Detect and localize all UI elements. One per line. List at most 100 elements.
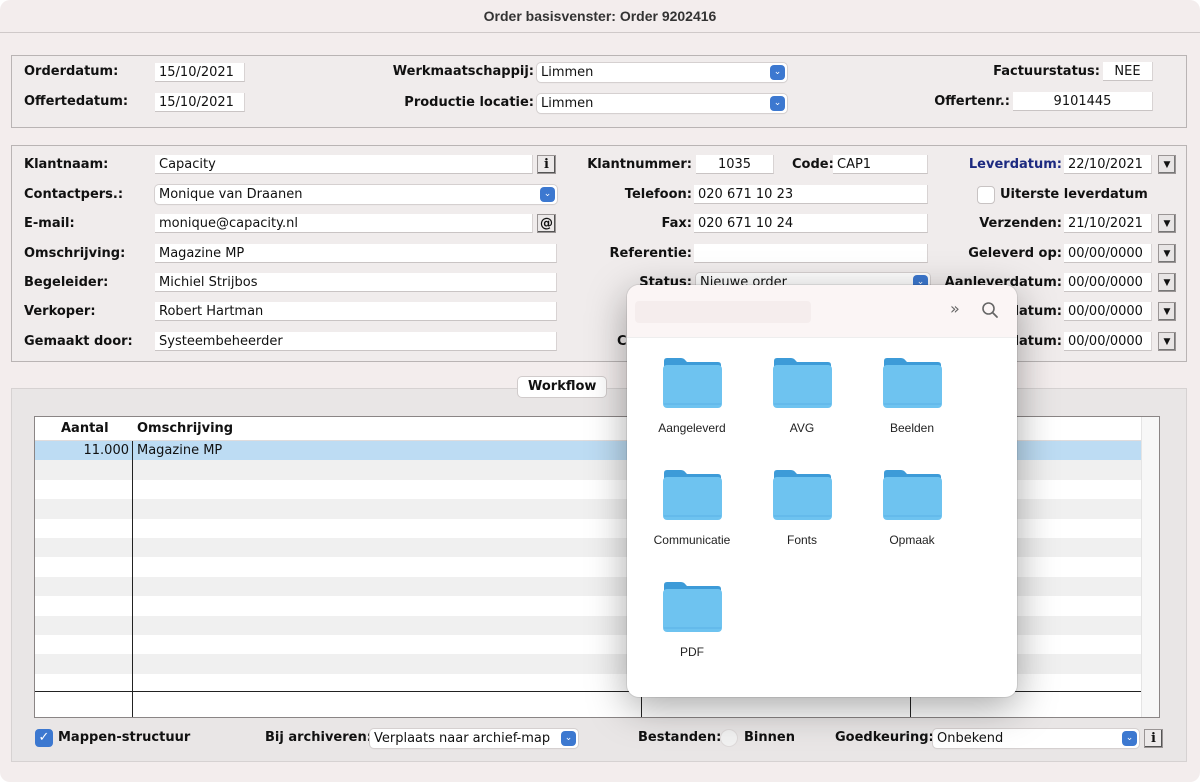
- referentie-field[interactable]: [694, 244, 928, 263]
- datum-7-dropdown-button[interactable]: ▼: [1158, 332, 1176, 351]
- triangle-down-icon: ▼: [1163, 337, 1171, 347]
- gemaakt-door-field: Systeembeheerder: [155, 332, 557, 351]
- info-icon: i: [544, 157, 549, 172]
- begeleider-label: Begeleider:: [24, 275, 109, 290]
- folder-name: AVG: [789, 421, 815, 435]
- folder-item[interactable]: Opmaak: [857, 469, 967, 569]
- folder-icon: [883, 470, 942, 520]
- folder-item[interactable]: Fonts: [747, 469, 857, 569]
- folder-item[interactable]: Beelden: [857, 357, 967, 457]
- klantnaam-field[interactable]: Capacity: [155, 155, 533, 174]
- werkmaatschappij-label: Werkmaatschappij:: [392, 64, 534, 79]
- code-field[interactable]: CAP1: [833, 155, 928, 174]
- orderdatum-label: Orderdatum:: [24, 64, 119, 79]
- binnen-label: Binnen: [744, 730, 795, 745]
- datum-6-field[interactable]: 00/00/0000: [1064, 302, 1152, 321]
- aanleverdatum-field[interactable]: 00/00/0000: [1064, 273, 1152, 292]
- verzenden-field[interactable]: 21/10/2021: [1064, 214, 1152, 233]
- folder-name: Aangeleverd: [658, 421, 726, 435]
- geleverd-op-dropdown-button[interactable]: ▼: [1158, 244, 1176, 263]
- cell-aantal: 11.000: [83, 443, 130, 458]
- email-field[interactable]: monique@capacity.nl: [155, 214, 533, 233]
- search-icon[interactable]: [981, 301, 999, 319]
- folder-browser-popover: » Aangeleverd AVG Beelden Communicatie Fonts…: [627, 285, 1017, 697]
- verkoper-field[interactable]: Robert Hartman: [155, 302, 557, 321]
- uiterste-leverdatum-label: Uiterste leverdatum: [1000, 187, 1148, 202]
- window-title: Order basisvenster: Order 9202416: [0, 0, 1200, 33]
- werkmaatschappij-select[interactable]: Limmen ⌄: [537, 63, 787, 82]
- folder-icon: [663, 470, 722, 520]
- chevron-down-icon: ⌄: [770, 96, 785, 111]
- customer-info-button[interactable]: i: [537, 155, 556, 174]
- klantnummer-field[interactable]: 1035: [696, 155, 774, 174]
- goedkeuring-select[interactable]: Onbekend ⌄: [933, 729, 1139, 748]
- folder-name: Fonts: [786, 533, 817, 547]
- productie-locatie-label: Productie locatie:: [404, 95, 534, 110]
- triangle-down-icon: ▼: [1163, 278, 1171, 288]
- offertedatum-label: Offertedatum:: [24, 94, 129, 109]
- telefoon-field[interactable]: 020 671 10 23: [694, 185, 928, 204]
- hidden-label-c: C: [617, 334, 627, 349]
- column-header-omschrijving[interactable]: Omschrijving: [137, 417, 233, 440]
- leverdatum-field[interactable]: 22/10/2021: [1064, 155, 1152, 174]
- folder-item[interactable]: PDF: [637, 581, 747, 681]
- leverdatum-dropdown-button[interactable]: ▼: [1158, 155, 1176, 174]
- fax-field[interactable]: 020 671 10 24: [694, 214, 928, 233]
- column-divider: [132, 441, 133, 717]
- vertical-scrollbar[interactable]: [1141, 417, 1159, 717]
- werkmaatschappij-value: Limmen: [541, 65, 594, 80]
- contactpers-select[interactable]: Monique van Draanen ⌄: [155, 185, 557, 204]
- at-icon: @: [540, 216, 553, 231]
- aanleverdatum-dropdown-button[interactable]: ▼: [1158, 273, 1176, 292]
- datum-6-dropdown-button[interactable]: ▼: [1158, 302, 1176, 321]
- mappen-structuur-label: Mappen-structuur: [58, 730, 191, 745]
- productie-locatie-select[interactable]: Limmen ⌄: [537, 94, 787, 113]
- email-label: E-mail:: [24, 216, 75, 231]
- uiterste-leverdatum-checkbox[interactable]: [977, 186, 995, 204]
- tab-workflow[interactable]: Workflow: [518, 377, 607, 397]
- omschrijving-field[interactable]: Magazine MP: [155, 244, 557, 263]
- folder-icon: [663, 582, 722, 632]
- more-icon[interactable]: »: [950, 299, 960, 318]
- triangle-down-icon: ▼: [1163, 249, 1171, 259]
- info-icon: i: [1151, 731, 1156, 746]
- productie-locatie-value: Limmen: [541, 96, 594, 111]
- cell-omschrijving: Magazine MP: [137, 443, 223, 458]
- folder-name: Beelden: [889, 421, 935, 435]
- popover-toolbar: »: [627, 285, 1017, 338]
- verzenden-dropdown-button[interactable]: ▼: [1158, 214, 1176, 233]
- goedkeuring-info-button[interactable]: i: [1144, 729, 1163, 748]
- offertenr-label: Offertenr.:: [934, 94, 1010, 109]
- folder-item[interactable]: Aangeleverd: [637, 357, 747, 457]
- leverdatum-label: Leverdatum:: [968, 157, 1062, 172]
- contactpers-value: Monique van Draanen: [159, 187, 303, 202]
- triangle-down-icon: ▼: [1163, 307, 1171, 317]
- order-window: Order basisvenster: Order 9202416 Orderd…: [0, 0, 1200, 782]
- begeleider-field[interactable]: Michiel Strijbos: [155, 273, 557, 292]
- datum-7-field[interactable]: 00/00/0000: [1064, 332, 1152, 351]
- klantnummer-label: Klantnummer:: [587, 157, 692, 172]
- column-header-aantal[interactable]: Aantal: [61, 417, 109, 440]
- binnen-radio[interactable]: [720, 729, 738, 747]
- telefoon-label: Telefoon:: [624, 187, 692, 202]
- folder-item[interactable]: Communicatie: [637, 469, 747, 569]
- chevron-down-icon: ⌄: [561, 731, 576, 746]
- fax-label: Fax:: [661, 216, 692, 231]
- offertenr-field[interactable]: 9101445: [1013, 92, 1153, 111]
- bestanden-label: Bestanden:: [638, 730, 722, 745]
- path-bar[interactable]: [635, 301, 811, 323]
- folder-name: Opmaak: [889, 533, 935, 547]
- orderdatum-field[interactable]: 15/10/2021: [155, 63, 245, 82]
- bij-archiveren-select[interactable]: Verplaats naar archief-map ⌄: [370, 729, 578, 748]
- send-email-button[interactable]: @: [537, 214, 556, 233]
- offertedatum-field[interactable]: 15/10/2021: [155, 93, 245, 112]
- mappen-structuur-checkbox[interactable]: ✓: [35, 729, 53, 747]
- goedkeuring-label: Goedkeuring:: [835, 730, 934, 745]
- folder-icon: [883, 358, 942, 408]
- geleverd-op-label: Geleverd op:: [968, 246, 1062, 261]
- geleverd-op-field[interactable]: 00/00/0000: [1064, 244, 1152, 263]
- folder-item[interactable]: AVG: [747, 357, 857, 457]
- triangle-down-icon: ▼: [1163, 160, 1171, 170]
- chevron-down-icon: ⌄: [770, 65, 785, 80]
- folder-name: PDF: [680, 645, 704, 659]
